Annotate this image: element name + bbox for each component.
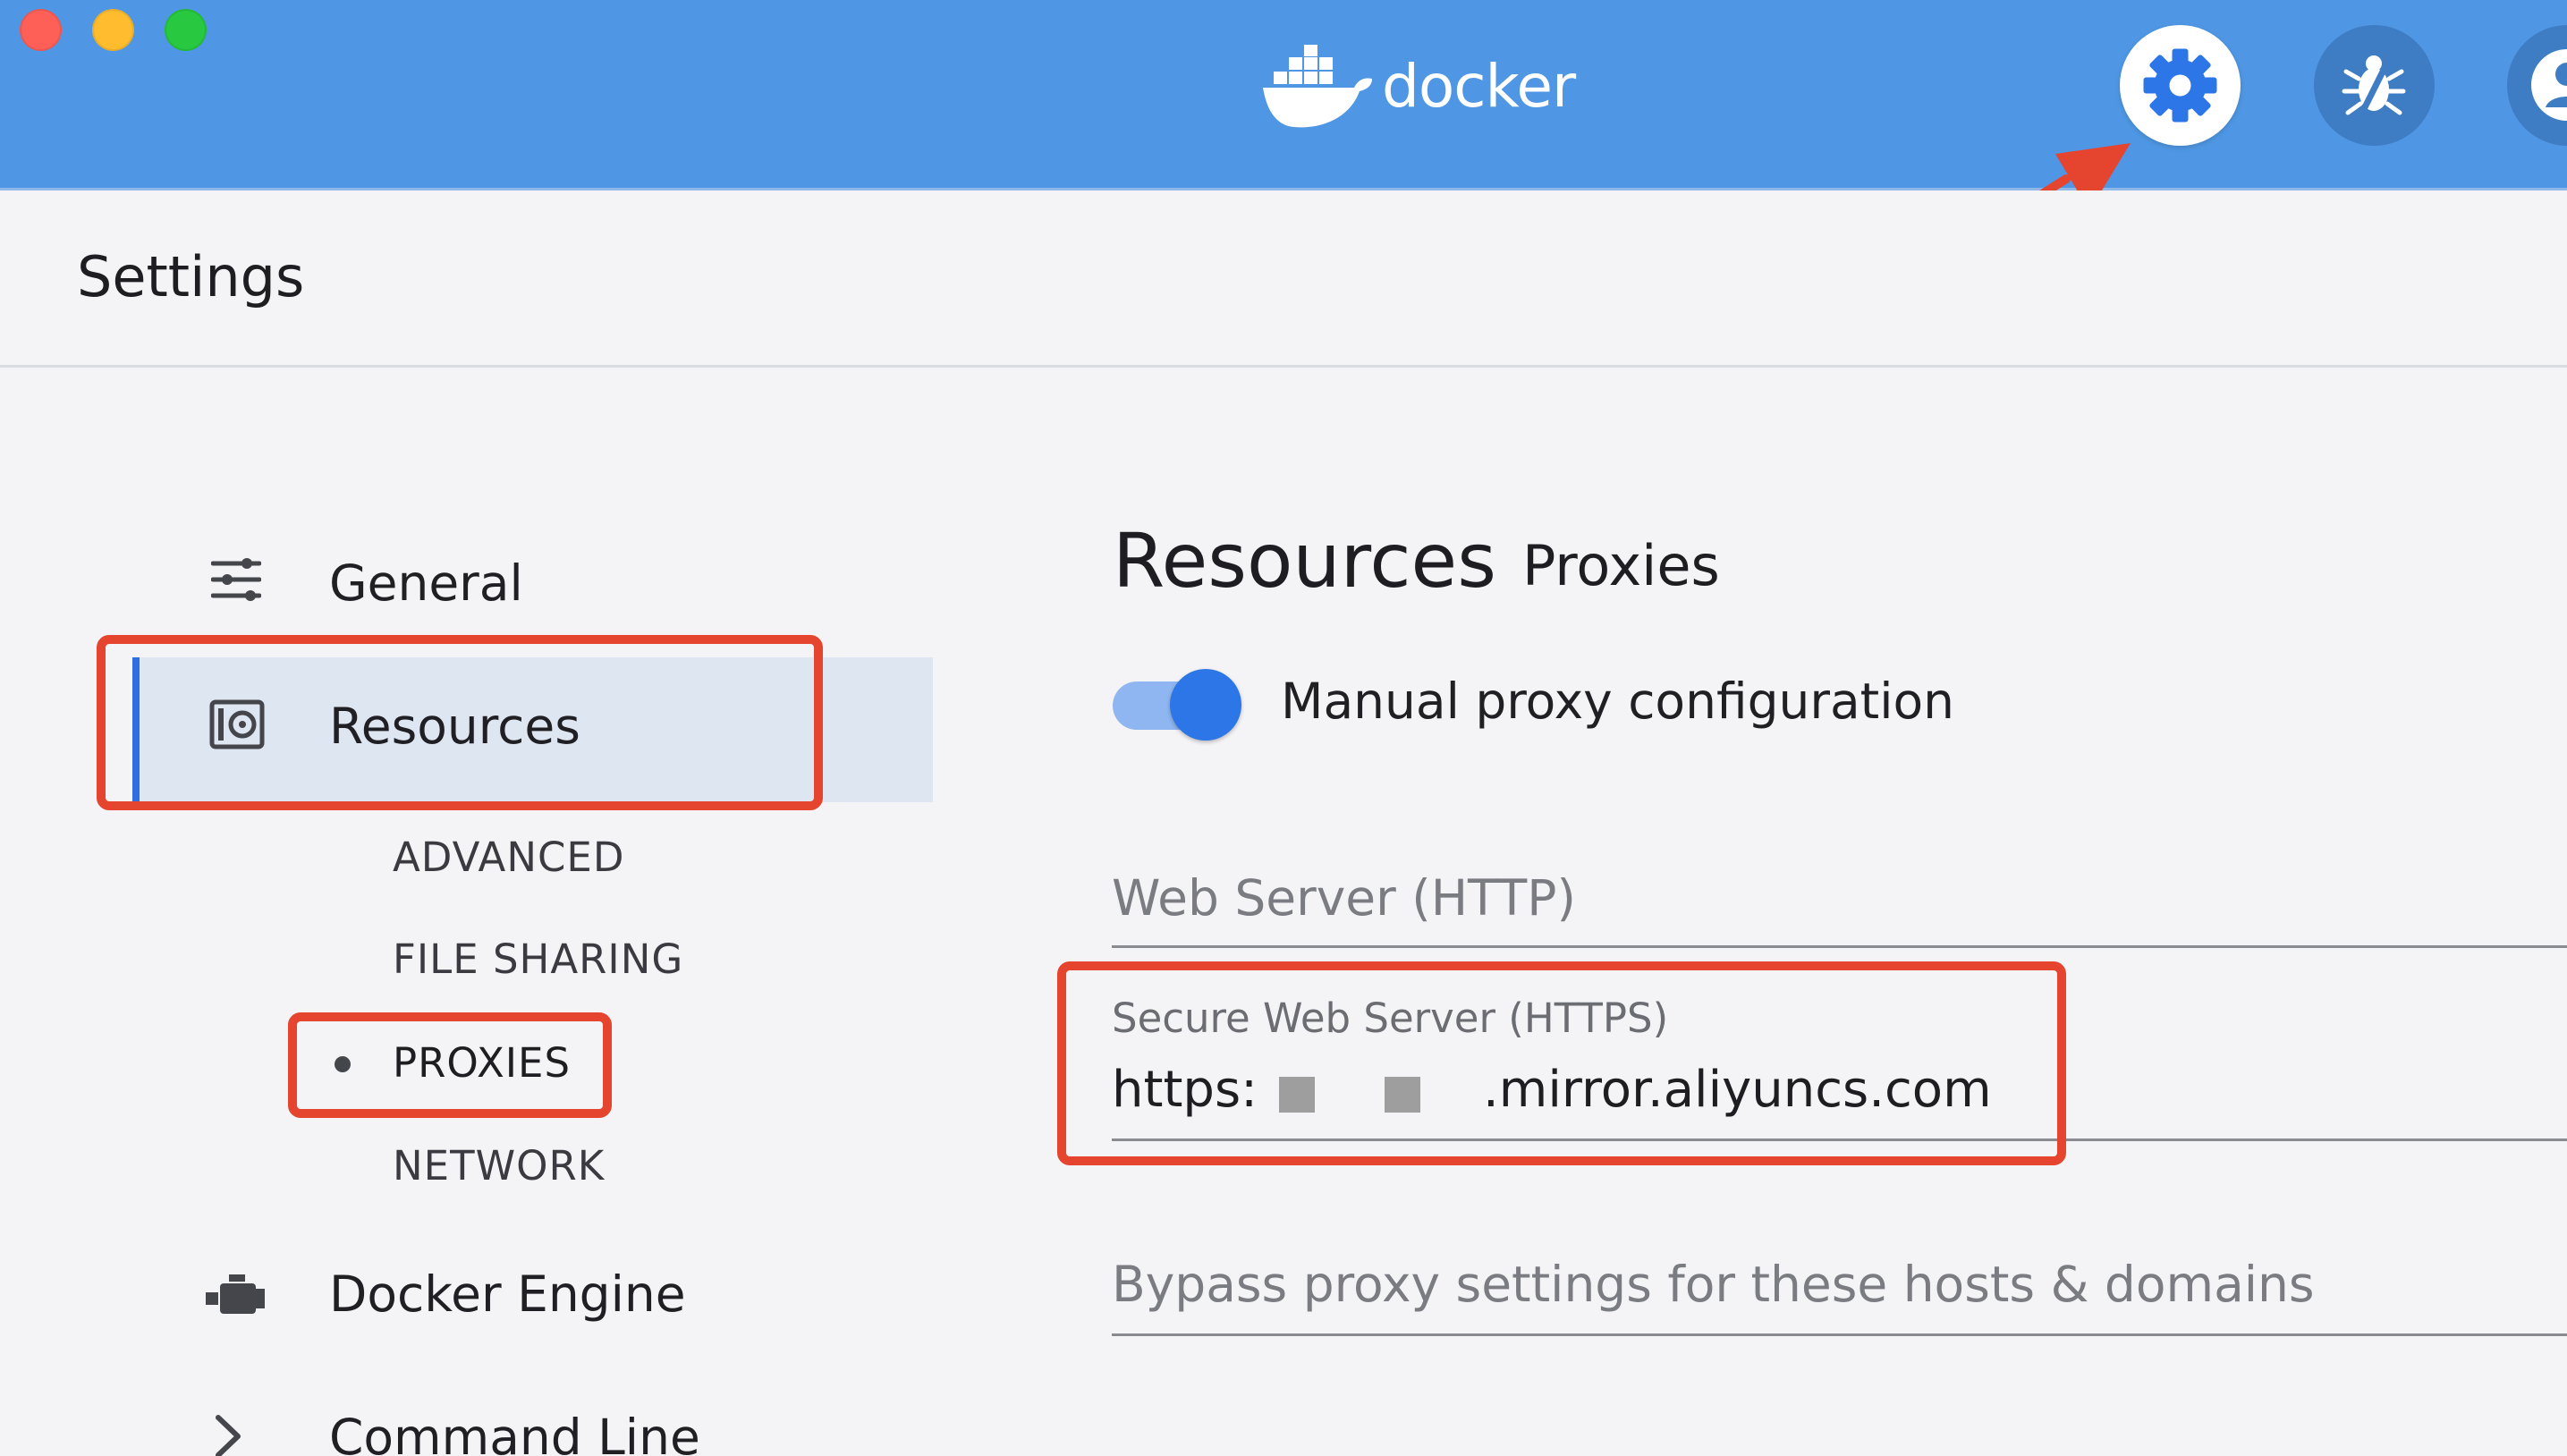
window-close-button[interactable]: [20, 9, 62, 51]
highlight-box-resources: [97, 635, 823, 810]
docker-wordmark: docker: [1382, 52, 1576, 121]
title-bar: docker: [0, 0, 2567, 190]
sidebar-item-label: Command Line: [329, 1409, 700, 1456]
section-title: Resources: [1113, 517, 1496, 605]
sidebar-item-label: Docker Engine: [329, 1266, 686, 1323]
highlight-box-https: [1057, 961, 2066, 1165]
bug-icon: [2342, 52, 2406, 127]
sliders-icon: [211, 558, 261, 601]
sidebar-item-label: General: [329, 554, 523, 612]
highlight-box-proxies: [288, 1012, 612, 1118]
account-button[interactable]: [2507, 25, 2567, 146]
toggle-knob: [1170, 669, 1241, 741]
gear-icon: [2143, 48, 2217, 123]
manual-proxy-toggle[interactable]: [1113, 669, 1243, 741]
window-maximize-button[interactable]: [165, 9, 207, 51]
sidebar-subitem-file-sharing[interactable]: FILE SHARING: [393, 935, 683, 983]
chevron-right-icon: [216, 1415, 241, 1456]
bypass-hosts-input[interactable]: Bypass proxy settings for these hosts & …: [1112, 1256, 2315, 1313]
sidebar-subitem-network[interactable]: NETWORK: [393, 1142, 605, 1189]
settings-header: Settings: [0, 190, 2567, 368]
page-title: Settings: [77, 244, 305, 309]
http-field-underline: [1112, 945, 2567, 948]
window-minimize-button[interactable]: [92, 9, 134, 51]
http-proxy-input[interactable]: Web Server (HTTP): [1112, 869, 1576, 927]
section-subtitle: Proxies: [1522, 533, 1720, 598]
whale-icon: [1263, 45, 1372, 128]
sidebar-item-general[interactable]: General: [179, 537, 894, 635]
user-icon: [2531, 49, 2567, 121]
sidebar-subitem-advanced[interactable]: ADVANCED: [393, 834, 625, 881]
docker-logo: docker: [1261, 45, 1583, 134]
settings-button[interactable]: [2120, 25, 2241, 146]
sidebar-item-docker-engine[interactable]: Docker Engine: [179, 1248, 894, 1346]
sidebar-item-command-line[interactable]: Command Line: [179, 1391, 894, 1456]
troubleshoot-button[interactable]: [2314, 25, 2435, 146]
bypass-field-underline: [1112, 1333, 2567, 1336]
manual-proxy-label: Manual proxy configuration: [1281, 673, 1955, 730]
engine-icon: [206, 1274, 265, 1314]
